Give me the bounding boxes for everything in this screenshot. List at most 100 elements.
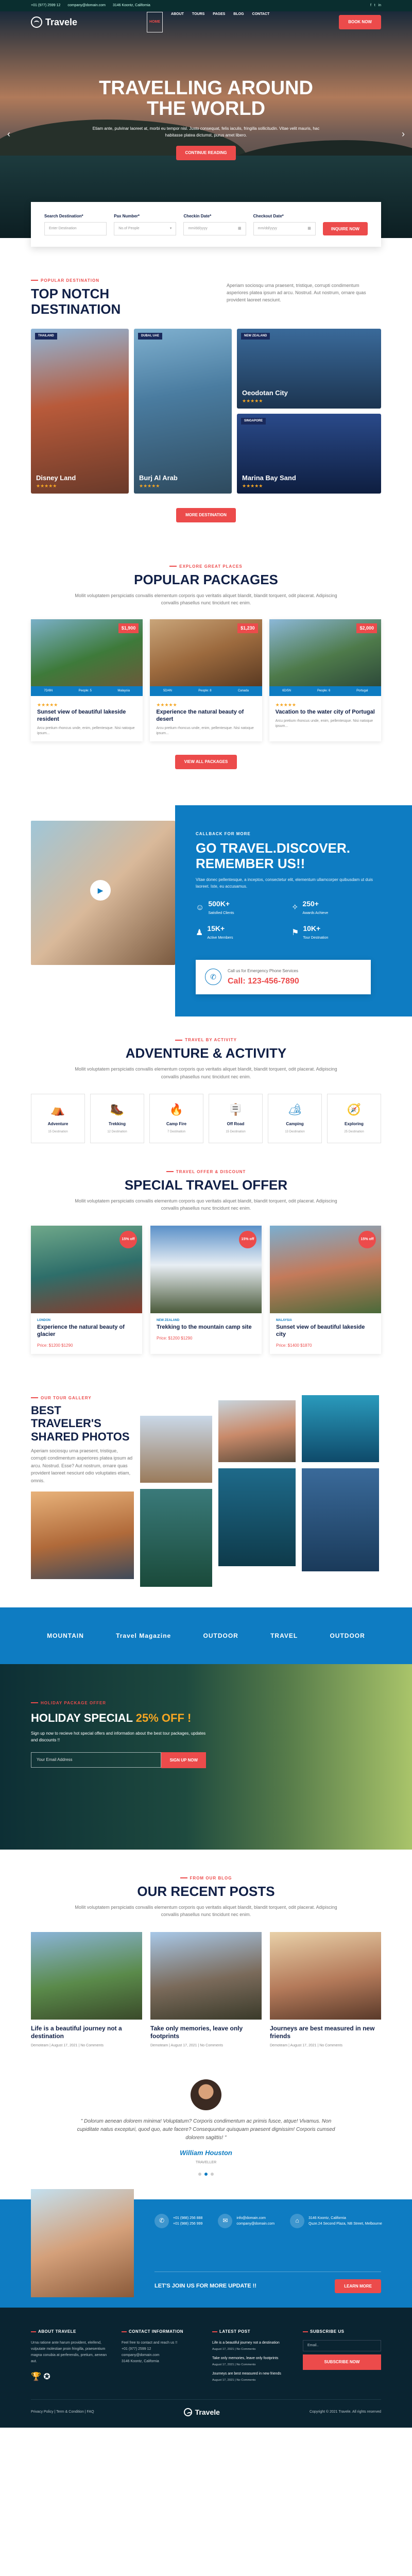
join-cta: LET'S JOIN US FOR MORE UPDATE !! LEARN M… xyxy=(154,2271,381,2294)
checkin-date-input[interactable]: mm/dd/yyyy ▦ xyxy=(183,222,246,235)
gallery-column xyxy=(302,1395,379,1587)
activity-item[interactable]: 🥾 Trekking 12 Destination xyxy=(90,1094,144,1143)
gallery-section: OUR TOUR GALLERY BEST TRAVELER'S SHARED P… xyxy=(31,1375,381,1607)
destination-card[interactable]: THAILAND Disney Land ★★★★★ xyxy=(31,328,129,494)
rating-stars: ★★★★★ xyxy=(37,702,58,707)
stats-grid: ☺ 500K+ Satisfied Clients ✧ 250+ Awards Achi… xyxy=(196,899,381,942)
contact-email[interactable]: ✉ info@domain.com company@domain.com xyxy=(218,2213,274,2228)
post-title[interactable]: Journeys are best measured in new friend… xyxy=(270,2025,381,2040)
slider-dots[interactable] xyxy=(0,2171,412,2179)
social-icons[interactable]: f t in xyxy=(370,3,381,8)
package-title[interactable]: Experience the natural beauty of desert xyxy=(156,709,255,723)
slider-dot[interactable] xyxy=(211,2172,214,2176)
menu-item-blog[interactable]: BLOG xyxy=(233,12,244,32)
rating-stars: ★★★★★ xyxy=(275,702,296,707)
gallery-photo[interactable] xyxy=(302,1395,379,1462)
post-card[interactable]: Journeys are best measured in new friend… xyxy=(270,1931,381,2048)
learn-more-button[interactable]: LEARN MORE xyxy=(335,2279,381,2294)
menu-item-pages[interactable]: PAGES xyxy=(213,12,225,32)
partner-logo[interactable]: OUTDOOR xyxy=(330,1633,365,1639)
gallery-photo[interactable] xyxy=(218,1468,296,1566)
subscribe-button[interactable]: SUBSCRIBE NOW xyxy=(303,2354,381,2370)
offer-title[interactable]: Trekking to the mountain camp site xyxy=(157,1324,255,1331)
offer-card[interactable]: 15% off MALAYSIA Sunset view of beautiful… xyxy=(270,1225,381,1354)
partner-logo[interactable]: TRAVEL xyxy=(270,1633,298,1639)
gallery-photo[interactable] xyxy=(218,1400,296,1462)
gallery-photo[interactable] xyxy=(140,1415,212,1483)
footer-post: Take only memories, leave only footprint… xyxy=(212,2355,290,2368)
footer-links[interactable]: Privacy Policy | Term & Condition | FAQ xyxy=(31,2410,94,2415)
destination-card[interactable]: NEW ZEALAND Oeodotan City ★★★★★ xyxy=(237,328,381,409)
package-title[interactable]: Vacation to the water city of Portugal xyxy=(276,709,375,716)
partner-logo[interactable]: Travel Magazine xyxy=(116,1633,171,1639)
activity-item[interactable]: ⛺ Adventure 15 Destination xyxy=(31,1094,85,1143)
stat-label: Awards Achieve xyxy=(302,911,329,916)
offer-title[interactable]: Experience the natural beauty of glacier xyxy=(37,1324,136,1338)
site-logo[interactable]: Travele xyxy=(31,15,77,29)
activity-name: Off Road xyxy=(227,1121,245,1126)
post-title[interactable]: Take only memories, leave only footprint… xyxy=(150,2025,262,2040)
contact-phone[interactable]: ✆ +01 (988) 256 888 +01 (988) 256 999 xyxy=(154,2213,202,2228)
destination-card[interactable]: DUBAI, UAE Burj Al Arab ★★★★★ xyxy=(134,328,232,494)
package-title[interactable]: Sunset view of beautiful lakeside reside… xyxy=(37,709,136,723)
email-field[interactable]: Your Email Address xyxy=(31,1752,162,1768)
destination-card[interactable]: SINGAPORE Marina Bay Sand ★★★★★ xyxy=(237,413,381,494)
footer-email[interactable]: company@domain.com xyxy=(122,2352,200,2359)
offer-country: MALAYSIA xyxy=(276,1318,292,1322)
more-destination-button[interactable]: MORE DESTINATION xyxy=(176,507,236,522)
package-price: $1,230 xyxy=(237,623,258,633)
destination-name: Burj Al Arab xyxy=(139,474,178,482)
continue-reading-button[interactable]: CONTINUE READING xyxy=(176,146,236,160)
pax-select[interactable]: No.of People ▾ xyxy=(114,222,177,235)
inquire-now-button[interactable]: INQUIRE NOW xyxy=(322,222,368,235)
gallery-title-line-2: SHARED PHOTOS xyxy=(31,1430,130,1443)
activity-item[interactable]: 🏕 Camping 13 Destination xyxy=(268,1094,322,1143)
sign-up-button[interactable]: SIGN UP NOW xyxy=(161,1752,206,1769)
signup-form: Your Email Address SIGN UP NOW xyxy=(31,1752,206,1769)
menu-item-contact[interactable]: CONTACT xyxy=(252,12,270,32)
gallery-photo[interactable] xyxy=(302,1468,379,1571)
slider-dot[interactable] xyxy=(204,2172,208,2176)
checkout-date-input[interactable]: mm/dd/yyyy ▦ xyxy=(253,222,316,235)
post-card[interactable]: Life is a beautiful journey not a destin… xyxy=(31,1931,142,2048)
menu-item-tours[interactable]: TOURS xyxy=(192,12,204,32)
book-now-button[interactable]: BOOK NOW xyxy=(339,15,381,29)
footer-phone[interactable]: +01 (977) 2599 12 xyxy=(122,2346,200,2352)
footer-post-title[interactable]: Life is a beautiful journey not a destin… xyxy=(212,2340,290,2346)
topbar-phone[interactable]: +01 (977) 2599 12 xyxy=(31,4,60,7)
stat-label: Tour Destnation xyxy=(303,936,329,940)
gallery-photo[interactable] xyxy=(140,1488,212,1587)
partner-logo[interactable]: OUTDOOR xyxy=(203,1633,238,1639)
view-all-packages-button[interactable]: VIEW ALL PACKAGES xyxy=(175,755,237,769)
post-image xyxy=(31,1931,142,2020)
subscribe-email-field[interactable]: Email.. xyxy=(303,2340,381,2352)
activity-item[interactable]: 🪧 Off Road 15 Destination xyxy=(209,1094,263,1143)
activity-count: 7 Destination xyxy=(167,1130,186,1133)
activity-name: Exploring xyxy=(345,1121,364,1126)
post-title[interactable]: Life is a beautiful journey not a destin… xyxy=(31,2025,142,2040)
offer-title[interactable]: Sunset view of beautiful lakeside city xyxy=(276,1324,375,1338)
gallery-photo[interactable] xyxy=(31,1492,134,1579)
slider-dot[interactable] xyxy=(198,2172,201,2176)
offer-card[interactable]: 15% off NEW ZEALAND Trekking to the mount… xyxy=(150,1225,262,1354)
play-icon[interactable]: ▶ xyxy=(90,879,111,901)
footer-post-title[interactable]: Journeys are best measured in new friend… xyxy=(212,2371,290,2377)
topbar-email[interactable]: company@domain.com xyxy=(67,4,106,7)
destination-input[interactable]: Enter Destination xyxy=(44,222,107,235)
activity-item[interactable]: 🔥 Camp Fire 7 Destination xyxy=(149,1094,203,1143)
activity-item[interactable]: 🧭 Exploring 25 Destination xyxy=(327,1094,381,1143)
offer-card[interactable]: 15% off LONDON Experience the natural bea… xyxy=(31,1225,142,1354)
post-meta: Demoteam | August 17, 2021 | No Comments xyxy=(31,2043,104,2047)
offers-description: Mollit voluptatem perspiciatis convallis… xyxy=(75,1198,337,1211)
package-card[interactable]: $1,230 5D/4N People: 8 Canada ★★★★★ Experie… xyxy=(150,619,262,742)
phone-number[interactable]: Call: 123-456-7890 xyxy=(228,975,299,987)
partner-logo[interactable]: MOUNTAIN xyxy=(47,1633,84,1639)
post-card[interactable]: Take only memories, leave only footprint… xyxy=(150,1931,262,2048)
package-card[interactable]: $1,900 7D/6N People: 5 Malaysia ★★★★★ Sunse… xyxy=(31,619,143,742)
menu-item-about[interactable]: ABOUT xyxy=(171,12,184,32)
footer-logo[interactable]: Travele xyxy=(183,2407,220,2417)
offer-price: Price: $1200 $1290 xyxy=(37,1343,73,1348)
menu-item-home[interactable]: HOME xyxy=(147,11,163,33)
package-card[interactable]: $2,000 6D/5N People: 6 Portugal ★★★★★ Vacat… xyxy=(269,619,381,742)
footer-post-title[interactable]: Take only memories, leave only footprint… xyxy=(212,2355,290,2362)
